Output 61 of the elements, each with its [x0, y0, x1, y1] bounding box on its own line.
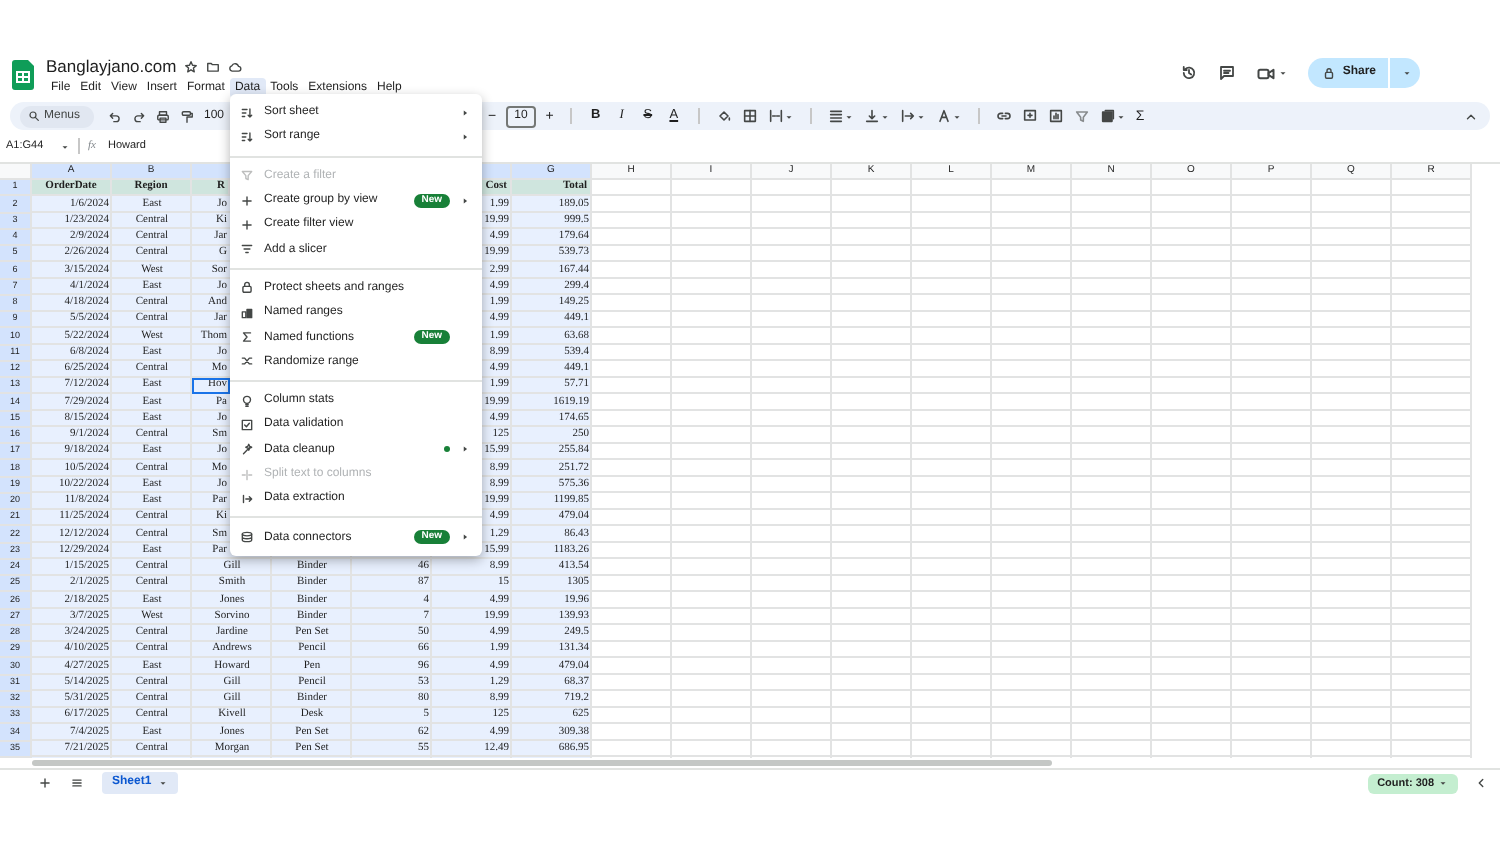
submenu-arrow-icon: [460, 107, 470, 118]
filter-icon[interactable]: [1073, 108, 1090, 124]
all-sheets-icon[interactable]: [70, 776, 84, 791]
submenu-arrow-icon: [460, 195, 470, 206]
filter-views-icon[interactable]: [1099, 108, 1116, 124]
text-wrap-icon[interactable]: [899, 108, 916, 124]
plus-icon: [240, 193, 254, 208]
add-sheet-icon[interactable]: [38, 776, 52, 791]
caret-icon[interactable]: [783, 111, 794, 121]
chart-icon[interactable]: [1047, 108, 1064, 124]
vertical-align-icon[interactable]: [863, 108, 880, 124]
lock-icon: [240, 280, 254, 295]
database-icon: [240, 530, 254, 545]
shuffle-icon: [240, 354, 254, 369]
caret-icon[interactable]: [915, 111, 926, 121]
caret-icon[interactable]: [1115, 111, 1126, 121]
filter-icon: [240, 168, 254, 183]
extraction-icon: [240, 491, 254, 506]
fill-color-icon[interactable]: [715, 108, 732, 124]
caret-icon[interactable]: [1402, 68, 1412, 78]
folder-icon[interactable]: [206, 59, 221, 73]
submenu-arrow-icon: [460, 131, 470, 142]
history-icon[interactable]: [1180, 64, 1199, 82]
cloud-icon[interactable]: [228, 59, 243, 73]
sigma-icon: [240, 330, 254, 345]
align-icon[interactable]: [827, 108, 844, 124]
side-panel-toggle-icon[interactable]: [1474, 776, 1488, 791]
print-icon[interactable]: [156, 109, 170, 123]
link-icon[interactable]: [995, 108, 1012, 124]
insert-comment-icon[interactable]: [1021, 108, 1038, 124]
caret-icon[interactable]: [1438, 778, 1448, 789]
sort-icon: [240, 129, 254, 144]
caret-icon[interactable]: [951, 111, 962, 121]
caret-icon[interactable]: [879, 111, 890, 121]
plus-icon: [240, 217, 254, 232]
slicer-icon: [240, 242, 254, 257]
submenu-arrow-icon: [460, 532, 470, 543]
merge-cells-icon[interactable]: [767, 108, 784, 124]
sheets-logo-icon[interactable]: [12, 60, 34, 90]
caret-icon[interactable]: [1278, 68, 1289, 78]
undo-icon[interactable]: [108, 109, 122, 123]
submenu-arrow-icon: [460, 444, 470, 455]
named-ranges-icon: [240, 305, 254, 320]
redo-icon[interactable]: [132, 109, 146, 123]
video-camera-icon[interactable]: [1256, 63, 1277, 83]
document-title[interactable]: Banglayjano.com: [46, 57, 177, 75]
split-icon: [240, 467, 254, 481]
caret-icon[interactable]: [843, 111, 854, 121]
lock-icon: [1322, 66, 1337, 80]
lightbulb-icon: [240, 393, 254, 408]
text-rotation-icon[interactable]: [935, 108, 952, 124]
caret-icon[interactable]: [60, 141, 70, 151]
caret-icon[interactable]: [157, 778, 168, 789]
paint-format-icon[interactable]: [180, 109, 194, 123]
sort-icon: [240, 105, 254, 120]
validation-icon: [240, 417, 254, 432]
collapse-icon[interactable]: [1464, 109, 1478, 123]
comment-icon[interactable]: [1218, 64, 1237, 82]
star-icon[interactable]: [184, 59, 199, 73]
borders-icon[interactable]: [741, 108, 758, 124]
sparkle-icon: [240, 442, 254, 457]
